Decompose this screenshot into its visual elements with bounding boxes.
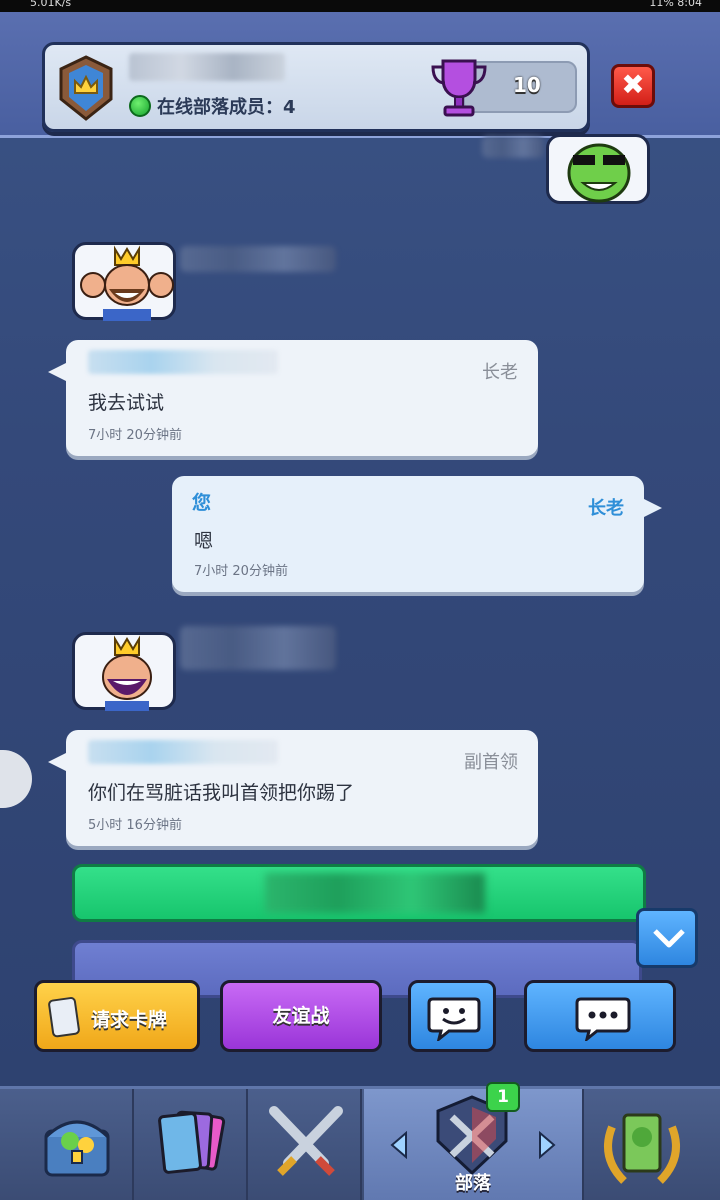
chat-message-own: 您 长老 嗯 7小时 20分钟前 [172,476,662,592]
sender-name-redacted [88,350,278,374]
status-bar: 5.01K/s 11% 8:04 [0,0,720,12]
sender-name-redacted [88,740,278,764]
message-sender: 您 [192,492,212,514]
clan-name-redacted [129,53,285,81]
chat-message: 长老 我去试试 7小时 20分钟前 [48,340,538,456]
clan-war-banner[interactable] [72,864,646,922]
goblin-emote [546,134,650,204]
card-icon [48,997,80,1038]
request-cards-label: 请求卡牌 [91,1009,168,1031]
net-speed: 5.01K/s [30,0,72,9]
message-time: 7小时 20分钟前 [88,428,182,443]
goblin-face-icon [567,143,631,203]
chevron-down-icon [653,929,685,948]
crossed-swords-icon [269,1106,343,1176]
tab-shop[interactable] [22,1089,134,1200]
tab-events[interactable] [586,1089,720,1200]
sender-name-redacted [180,626,336,670]
chat-bubble-icon [575,997,631,1041]
clan-notification-badge: 1 [486,1082,520,1112]
member-role: 长老 [482,362,518,383]
close-button[interactable]: ✖ [611,64,655,108]
tab-cards[interactable] [136,1089,248,1200]
tab-clan[interactable]: 部落 [364,1089,584,1200]
laurel-wreath-icon [604,1113,680,1184]
chevron-right-icon[interactable] [538,1131,558,1159]
treasure-chest-icon [44,1120,110,1177]
request-cards-button[interactable]: 请求卡牌 [34,980,200,1052]
tab-clan-label: 部落 [455,1173,491,1194]
sender-name-redacted [482,136,544,158]
smiley-chat-icon [427,997,481,1041]
online-members-label: 在线部落成员：4 [157,97,296,118]
king-laugh-icon [102,635,152,711]
scroll-down-button[interactable] [636,908,698,968]
emote-button[interactable] [408,980,496,1052]
king-laugh-emote [72,632,176,711]
message-time: 7小时 20分钟前 [194,564,288,579]
banner-text-redacted [265,873,485,913]
chevron-left-icon[interactable] [388,1131,408,1159]
king-thumbs-up-emote [72,242,176,321]
message-text: 我去试试 [88,392,165,414]
member-role: 长老 [588,498,624,519]
clock: 8:04 [677,0,702,9]
message-text: 你们在骂脏话我叫首领把你踢了 [88,782,355,804]
friendly-battle-button[interactable]: 友谊战 [220,980,382,1052]
cards-deck-icon [158,1110,226,1174]
clan-badge-icon [59,55,113,121]
king-thumbs-up-icon [80,245,174,321]
sender-name-redacted [180,246,336,272]
friendly-battle-label: 友谊战 [272,1005,330,1027]
online-status-icon [129,95,151,117]
trophy-icon [431,59,487,117]
battery-level: 11% [649,0,674,9]
chat-message: 副首领 你们在骂脏话我叫首领把你踢了 5小时 16分钟前 [48,730,538,846]
tab-battle[interactable] [250,1089,362,1200]
trophy-count: 10 [513,73,541,97]
status-right: 11% 8:04 [649,0,702,8]
bottom-navigation: 部落 [0,1086,720,1200]
message-time: 5小时 16分钟前 [88,818,182,833]
clan-header: 在线部落成员：4 10 ✖ [0,12,720,138]
clan-info-panel[interactable]: 在线部落成员：4 10 [42,42,590,132]
chat-button[interactable] [524,980,676,1052]
member-role: 副首领 [464,752,518,773]
message-text: 嗯 [194,530,214,552]
